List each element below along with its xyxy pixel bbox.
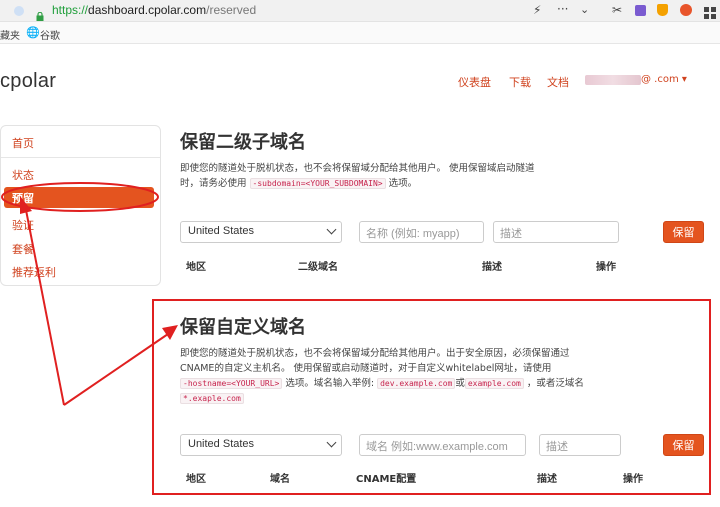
annotation-overlay: [1, 182, 178, 406]
